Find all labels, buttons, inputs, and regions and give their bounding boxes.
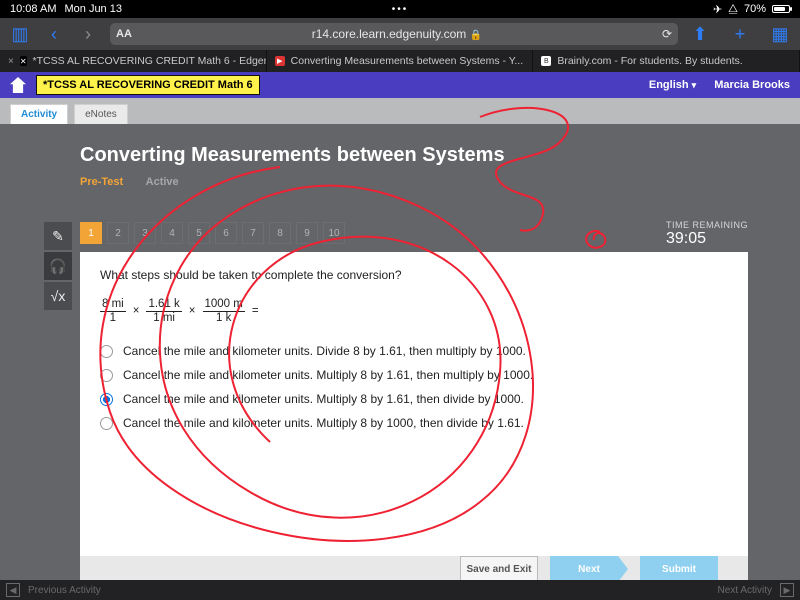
tool-column: ✎ 🎧 √x: [44, 222, 72, 310]
browser-tab[interactable]: × ✕ *TCSS AL RECOVERING CREDIT Math 6 - …: [0, 50, 267, 72]
status-time: 10:08 AM: [10, 3, 56, 15]
answer-option[interactable]: Cancel the mile and kilometer units. Mul…: [100, 392, 728, 406]
browser-tab[interactable]: B Brainly.com - For students. By student…: [533, 50, 800, 72]
tabs-icon[interactable]: ▦: [768, 22, 792, 46]
next-activity-label: Next Activity: [718, 585, 772, 596]
browser-tab-strip: × ✕ *TCSS AL RECOVERING CREDIT Math 6 - …: [0, 50, 800, 72]
tab-favicon: ✕: [20, 56, 27, 66]
timer: TIME REMAINING 39:05: [666, 220, 748, 248]
question-num[interactable]: 2: [107, 222, 129, 244]
active-label: Active: [146, 176, 179, 188]
option-text: Cancel the mile and kilometer units. Mul…: [123, 416, 524, 430]
url-text: r14.core.learn.edgenuity.com: [312, 27, 467, 41]
question-num[interactable]: 8: [269, 222, 291, 244]
forward-icon: ›: [76, 22, 100, 46]
wifi-icon: ⧋: [728, 3, 738, 16]
conversion-expression: 8 mi1 × 1.61 k1 mi × 1000 m1 k =: [100, 298, 728, 324]
user-name[interactable]: Marcia Brooks: [714, 79, 790, 91]
battery-percent: 70%: [744, 3, 766, 15]
airplay-icon: ✈: [713, 3, 722, 16]
answer-options: Cancel the mile and kilometer units. Div…: [100, 344, 728, 430]
ipad-bottom-bar: ◀ Previous Activity Next Activity ▶: [0, 580, 800, 600]
pencil-icon[interactable]: ✎: [44, 222, 72, 250]
safari-toolbar: ▥ ‹ › AA r14.core.learn.edgenuity.com 🔒 …: [0, 18, 800, 50]
question-card: What steps should be taken to complete t…: [80, 252, 748, 580]
tab-favicon: B: [541, 56, 551, 66]
radio-icon[interactable]: [100, 345, 113, 358]
save-exit-button[interactable]: Save and Exit: [460, 556, 538, 580]
sidebar-icon[interactable]: ▥: [8, 22, 32, 46]
option-text: Cancel the mile and kilometer units. Div…: [123, 344, 526, 358]
radio-icon[interactable]: [100, 369, 113, 382]
multitask-dots[interactable]: •••: [392, 4, 409, 15]
close-tab-icon[interactable]: ×: [8, 56, 14, 67]
answer-option[interactable]: Cancel the mile and kilometer units. Mul…: [100, 416, 728, 430]
share-icon[interactable]: ⬆: [688, 22, 712, 46]
back-icon[interactable]: ‹: [42, 22, 66, 46]
lock-icon: 🔒: [470, 30, 482, 41]
browser-tab[interactable]: ▶ Converting Measurements between System…: [267, 50, 534, 72]
question-num[interactable]: 1: [80, 222, 102, 244]
tab-favicon: ▶: [275, 56, 285, 66]
page-content: *TCSS AL RECOVERING CREDIT Math 6 Englis…: [0, 72, 800, 580]
battery-icon: [772, 5, 790, 13]
timer-value: 39:05: [666, 230, 748, 248]
refresh-icon[interactable]: ⟳: [662, 27, 672, 41]
answer-option[interactable]: Cancel the mile and kilometer units. Div…: [100, 344, 728, 358]
option-text: Cancel the mile and kilometer units. Mul…: [123, 368, 533, 382]
next-activity-button[interactable]: ▶: [780, 583, 794, 597]
edgenuity-header: *TCSS AL RECOVERING CREDIT Math 6 Englis…: [0, 72, 800, 98]
address-bar[interactable]: AA r14.core.learn.edgenuity.com 🔒 ⟳: [110, 23, 678, 45]
edgenuity-subnav: Activity eNotes: [0, 98, 800, 124]
tab-label: Converting Measurements between Systems …: [291, 55, 523, 67]
answer-option[interactable]: Cancel the mile and kilometer units. Mul…: [100, 368, 728, 382]
question-prompt: What steps should be taken to complete t…: [100, 268, 728, 282]
home-icon[interactable]: [10, 77, 26, 93]
prev-activity-label: Previous Activity: [28, 585, 101, 596]
option-text: Cancel the mile and kilometer units. Mul…: [123, 392, 524, 406]
headphones-icon[interactable]: 🎧: [44, 252, 72, 280]
pretest-label[interactable]: Pre-Test: [80, 176, 123, 188]
language-selector[interactable]: English ▾: [649, 79, 696, 91]
tab-label: Brainly.com - For students. By students.: [557, 55, 742, 67]
ipad-status-bar: 10:08 AM Mon Jun 13 ••• ✈ ⧋ 70%: [0, 0, 800, 18]
text-size-icon[interactable]: AA: [116, 28, 132, 40]
question-num[interactable]: 6: [215, 222, 237, 244]
lesson-title: Converting Measurements between Systems: [80, 144, 748, 167]
question-num[interactable]: 10: [323, 222, 345, 244]
new-tab-icon[interactable]: +: [728, 22, 752, 46]
tab-label: *TCSS AL RECOVERING CREDIT Math 6 - Edge…: [33, 55, 267, 67]
card-footer: Save and Exit Next Submit: [80, 556, 748, 580]
question-num[interactable]: 3: [134, 222, 156, 244]
question-num[interactable]: 5: [188, 222, 210, 244]
radio-icon[interactable]: [100, 417, 113, 430]
question-num[interactable]: 9: [296, 222, 318, 244]
status-date: Mon Jun 13: [64, 3, 121, 15]
tab-enotes[interactable]: eNotes: [74, 104, 128, 124]
question-num[interactable]: 4: [161, 222, 183, 244]
chevron-down-icon: ▾: [692, 80, 697, 90]
submit-button[interactable]: Submit: [640, 556, 718, 580]
timer-label: TIME REMAINING: [666, 220, 748, 230]
next-button[interactable]: Next: [550, 556, 628, 580]
breadcrumb[interactable]: *TCSS AL RECOVERING CREDIT Math 6: [36, 75, 260, 95]
question-num[interactable]: 7: [242, 222, 264, 244]
radio-icon[interactable]: [100, 393, 113, 406]
prev-activity-button[interactable]: ◀: [6, 583, 20, 597]
tab-activity[interactable]: Activity: [10, 104, 68, 124]
question-number-row: 1 2 3 4 5 6 7 8 9 10: [80, 222, 345, 244]
formula-icon[interactable]: √x: [44, 282, 72, 310]
